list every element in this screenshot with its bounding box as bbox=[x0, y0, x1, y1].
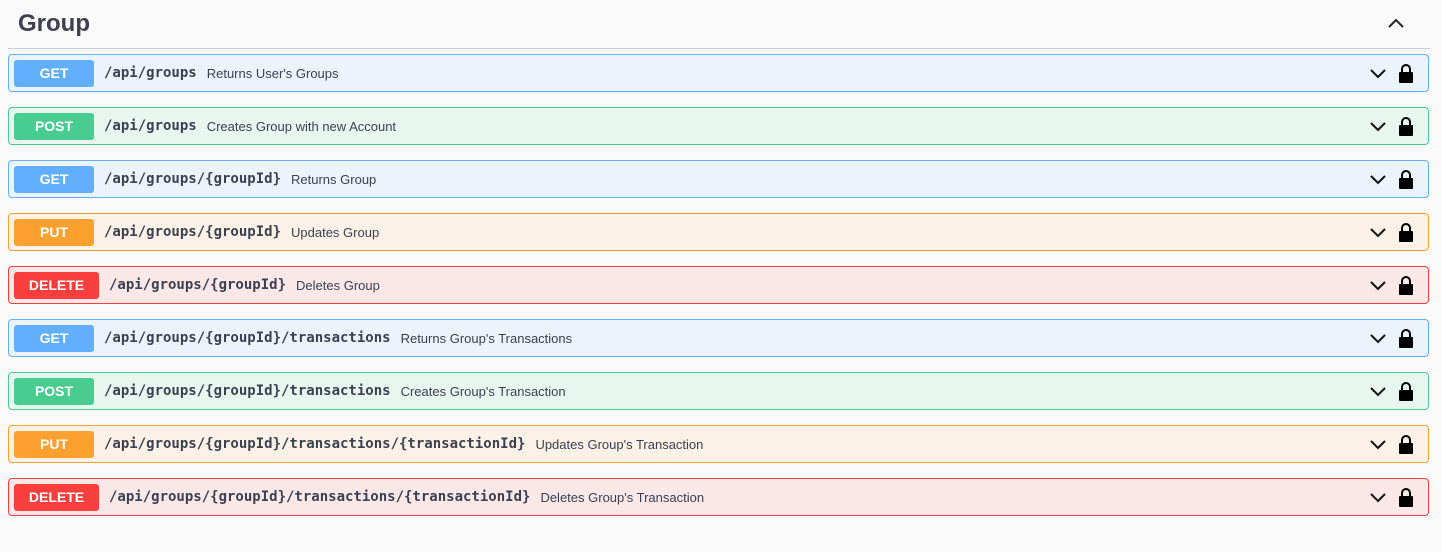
operation-summary: Returns Group bbox=[291, 171, 377, 187]
lock-icon[interactable] bbox=[1398, 222, 1414, 242]
operation-path[interactable]: /api/groups/{groupId}/transactions bbox=[104, 383, 391, 399]
lock-icon[interactable] bbox=[1398, 63, 1414, 83]
operation-path[interactable]: /api/groups/{groupId}/transactions/{tran… bbox=[109, 489, 530, 505]
lock-icon[interactable] bbox=[1398, 487, 1414, 507]
operation-summary: Updates Group's Transaction bbox=[535, 436, 704, 452]
chevron-down-icon[interactable] bbox=[1368, 63, 1388, 83]
chevron-down-icon[interactable] bbox=[1368, 222, 1388, 242]
operation-summary: Creates Group with new Account bbox=[206, 118, 397, 134]
operation-block[interactable]: GET /api/groups/{groupId} Returns Group bbox=[8, 160, 1429, 198]
method-badge: PUT bbox=[14, 218, 94, 246]
operation-block[interactable]: POST /api/groups/{groupId}/transactions … bbox=[8, 372, 1429, 410]
method-badge: GET bbox=[14, 165, 94, 193]
method-badge: POST bbox=[14, 377, 94, 405]
section-title: Group bbox=[18, 10, 90, 37]
chevron-up-icon[interactable] bbox=[1384, 12, 1408, 36]
operation-summary: Updates Group bbox=[291, 224, 380, 240]
method-badge: POST bbox=[14, 112, 94, 140]
lock-icon[interactable] bbox=[1398, 381, 1414, 401]
operation-path[interactable]: /api/groups bbox=[104, 65, 197, 81]
lock-icon[interactable] bbox=[1398, 169, 1414, 189]
chevron-down-icon[interactable] bbox=[1368, 487, 1388, 507]
operation-summary: Deletes Group's Transaction bbox=[540, 489, 705, 505]
operation-path[interactable]: /api/groups/{groupId} bbox=[109, 277, 286, 293]
chevron-down-icon[interactable] bbox=[1368, 434, 1388, 454]
method-badge: DELETE bbox=[14, 271, 99, 299]
operation-block[interactable]: POST /api/groups Creates Group with new … bbox=[8, 107, 1429, 145]
chevron-down-icon[interactable] bbox=[1368, 328, 1388, 348]
operation-block[interactable]: GET /api/groups/{groupId}/transactions R… bbox=[8, 319, 1429, 357]
operation-path[interactable]: /api/groups/{groupId}/transactions/{tran… bbox=[104, 436, 525, 452]
operation-path[interactable]: /api/groups/{groupId} bbox=[104, 171, 281, 187]
operation-block[interactable]: PUT /api/groups/{groupId} Updates Group bbox=[8, 213, 1429, 251]
lock-icon[interactable] bbox=[1398, 328, 1414, 348]
lock-icon[interactable] bbox=[1398, 275, 1414, 295]
operations-list: GET /api/groups Returns User's Groups PO… bbox=[0, 54, 1442, 516]
operation-block[interactable]: GET /api/groups Returns User's Groups bbox=[8, 54, 1429, 92]
operation-block[interactable]: PUT /api/groups/{groupId}/transactions/{… bbox=[8, 425, 1429, 463]
method-badge: DELETE bbox=[14, 483, 99, 511]
lock-icon[interactable] bbox=[1398, 434, 1414, 454]
lock-icon[interactable] bbox=[1398, 116, 1414, 136]
operation-summary: Returns Group's Transactions bbox=[400, 330, 573, 346]
chevron-down-icon[interactable] bbox=[1368, 381, 1388, 401]
method-badge: GET bbox=[14, 324, 94, 352]
operation-path[interactable]: /api/groups/{groupId} bbox=[104, 224, 281, 240]
section-header[interactable]: Group bbox=[8, 0, 1430, 49]
operation-summary: Creates Group's Transaction bbox=[400, 383, 566, 399]
chevron-down-icon[interactable] bbox=[1368, 116, 1388, 136]
method-badge: PUT bbox=[14, 430, 94, 458]
chevron-down-icon[interactable] bbox=[1368, 275, 1388, 295]
method-badge: GET bbox=[14, 59, 94, 87]
operation-block[interactable]: DELETE /api/groups/{groupId} Deletes Gro… bbox=[8, 266, 1429, 304]
operation-path[interactable]: /api/groups bbox=[104, 118, 197, 134]
operation-summary: Returns User's Groups bbox=[206, 65, 339, 81]
operation-summary: Deletes Group bbox=[296, 277, 380, 293]
operation-block[interactable]: DELETE /api/groups/{groupId}/transaction… bbox=[8, 478, 1429, 516]
chevron-down-icon[interactable] bbox=[1368, 169, 1388, 189]
operation-path[interactable]: /api/groups/{groupId}/transactions bbox=[104, 330, 391, 346]
